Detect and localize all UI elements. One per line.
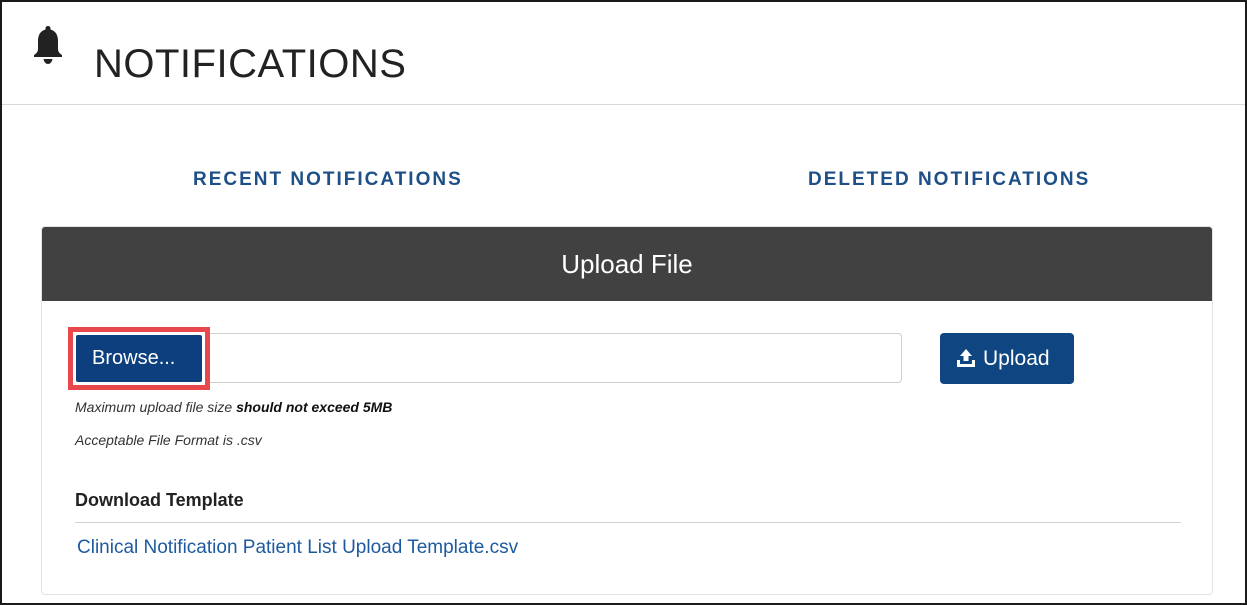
file-format-hint: Acceptable File Format is .csv (75, 432, 262, 448)
tab-recent-notifications[interactable]: RECENT NOTIFICATIONS (193, 168, 463, 192)
upload-button-label: Upload (983, 347, 1050, 370)
tab-deleted-notifications[interactable]: DELETED NOTIFICATIONS (808, 168, 1090, 192)
bell-icon (34, 26, 62, 64)
divider (75, 522, 1181, 523)
upload-button[interactable]: Upload (940, 333, 1074, 384)
page-title: NOTIFICATIONS (94, 42, 407, 86)
card-title: Upload File (42, 227, 1212, 301)
page-header: NOTIFICATIONS (2, 2, 1245, 105)
browse-highlight: Browse... (68, 327, 210, 390)
browse-button[interactable]: Browse... (76, 335, 202, 382)
template-download-link[interactable]: Clinical Notification Patient List Uploa… (77, 536, 518, 560)
upload-icon (957, 349, 975, 367)
max-size-hint-text: Maximum upload file size (75, 399, 237, 415)
download-template-heading: Download Template (75, 490, 244, 510)
upload-file-card: Upload File Browse... Upload Maximum upl… (41, 226, 1213, 595)
max-size-hint-emphasis: should not exceed 5MB (236, 399, 393, 415)
max-size-hint: Maximum upload file size should not exce… (75, 398, 392, 416)
